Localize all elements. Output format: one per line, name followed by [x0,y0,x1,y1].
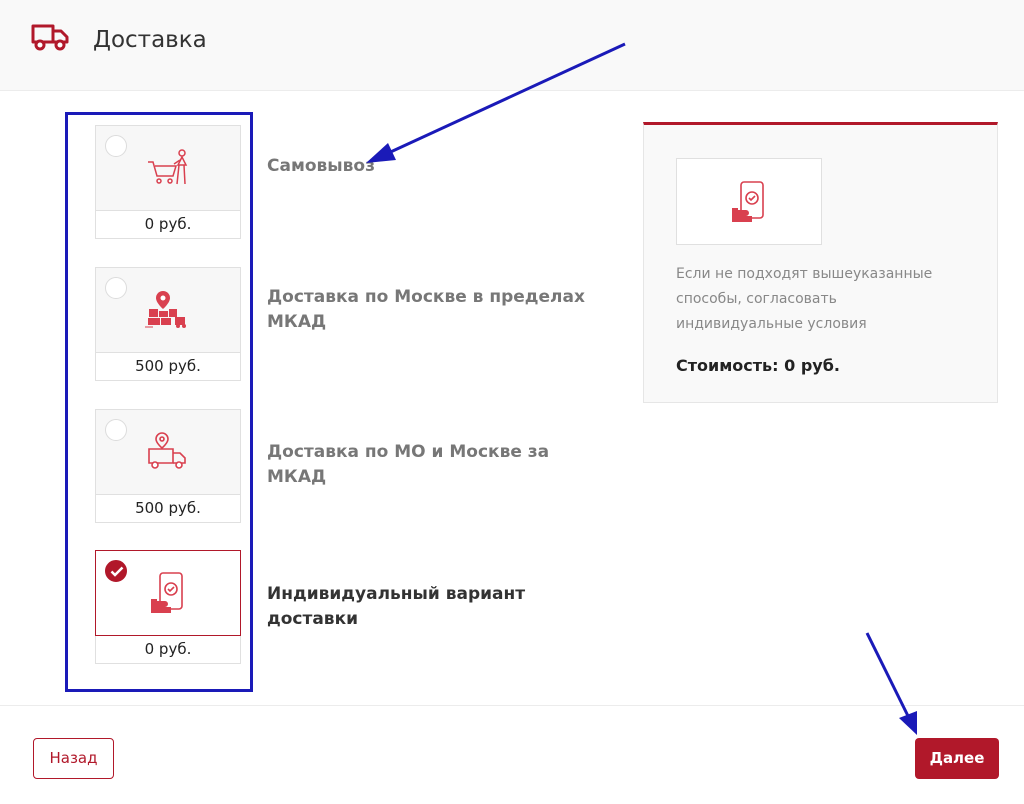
option-label-individual[interactable]: Индивидуальный вариант доставки [267,582,587,632]
radio-button[interactable] [105,419,127,441]
annotation-arrow-bottom [865,632,917,735]
details-cost: Стоимость: 0 руб. [676,356,840,375]
page-title: Доставка [93,27,207,53]
option-label-moscow-mkad[interactable]: Доставка по Москве в пределах МКАД [267,285,587,335]
option-label-region[interactable]: Доставка по МО и Москве за МКАД [267,440,587,490]
delivery-option-individual[interactable]: 0 руб. [95,550,241,664]
radio-button[interactable] [105,135,127,157]
radio-button-checked[interactable] [105,560,127,582]
truck-location-icon [148,432,186,469]
radio-button[interactable] [105,277,127,299]
phone-hand-check-icon [732,180,764,222]
delivery-option-pickup[interactable]: 0 руб. [95,125,241,239]
back-button[interactable]: Назад [33,738,114,779]
page-header: Доставка [0,0,1024,91]
checkmark-icon [110,566,124,577]
option-label-pickup[interactable]: Самовывоз [267,154,587,179]
option-price: 500 руб. [95,353,241,381]
details-image [676,158,822,245]
delivery-option-region[interactable]: 500 руб. [95,409,241,523]
footer-divider [0,705,1024,706]
option-image[interactable] [95,125,241,211]
option-image[interactable] [95,550,241,636]
shopping-cart-person-icon [148,149,188,185]
truck-icon [31,24,69,51]
delivery-option-moscow-mkad[interactable]: 500 руб. [95,267,241,381]
option-price: 500 руб. [95,495,241,523]
next-button[interactable]: Далее [915,738,999,779]
option-image[interactable] [95,267,241,353]
selected-option-details-card: Если не подходят вышеуказанные способы, … [643,122,998,403]
option-price: 0 руб. [95,636,241,664]
phone-hand-check-icon [151,572,183,613]
option-price: 0 руб. [95,211,241,239]
option-image[interactable] [95,409,241,495]
city-map-pin-icon [145,291,186,328]
details-description: Если не подходят вышеуказанные способы, … [676,266,933,332]
